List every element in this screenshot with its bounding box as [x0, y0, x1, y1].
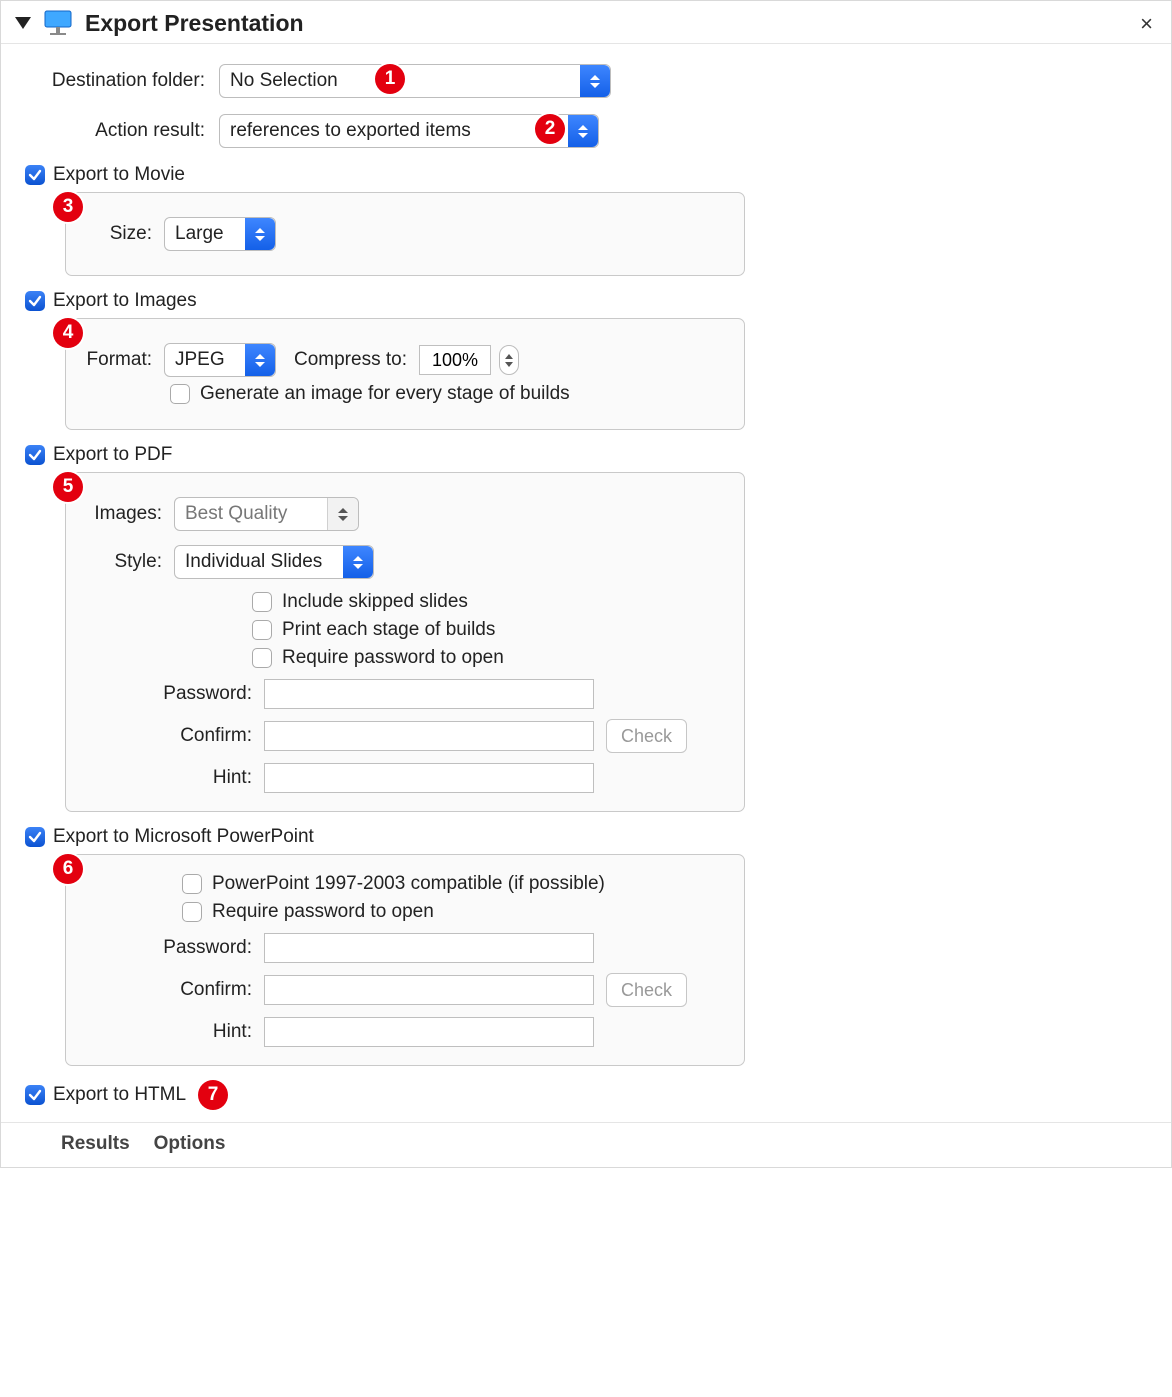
ppt-check-button[interactable]: Check	[606, 973, 687, 1007]
ppt-confirm-label: Confirm:	[82, 979, 252, 1001]
export-images-checkbox[interactable]	[25, 291, 45, 311]
movie-group: Size: Large	[65, 192, 745, 276]
action-result-label: Action result:	[25, 120, 205, 142]
callout-badge-5: 5	[53, 472, 83, 502]
pdf-skipped-label: Include skipped slides	[282, 591, 468, 613]
ppt-group: PowerPoint 1997-2003 compatible (if poss…	[65, 854, 745, 1066]
footer-tabs: Results Options	[1, 1122, 1171, 1157]
pdf-style-select[interactable]: Individual Slides	[174, 545, 374, 579]
destination-folder-label: Destination folder:	[25, 70, 205, 92]
generate-builds-label: Generate an image for every stage of bui…	[200, 383, 570, 405]
callout-badge-1: 1	[375, 64, 405, 94]
callout-badge-4: 4	[53, 318, 83, 348]
movie-size-select[interactable]: Large	[164, 217, 276, 251]
ppt-reqpw-checkbox[interactable]	[182, 902, 202, 922]
pdf-check-button[interactable]: Check	[606, 719, 687, 753]
window-title: Export Presentation	[85, 10, 304, 37]
keynote-app-icon	[41, 9, 75, 37]
pdf-confirm-label: Confirm:	[82, 725, 252, 747]
pdf-images-label: Images:	[82, 503, 162, 525]
export-movie-label: Export to Movie	[53, 164, 185, 186]
pdf-style-label: Style:	[82, 551, 162, 573]
callout-badge-2: 2	[535, 114, 565, 144]
compress-input[interactable]	[419, 345, 491, 375]
ppt-confirm-input[interactable]	[264, 975, 594, 1005]
pdf-password-input[interactable]	[264, 679, 594, 709]
export-pdf-checkbox[interactable]	[25, 445, 45, 465]
images-format-label: Format:	[82, 349, 152, 371]
pdf-group: Images: Best Quality Style: Individual S…	[65, 472, 745, 812]
pdf-password-label: Password:	[82, 683, 252, 705]
chevron-updown-icon	[251, 224, 269, 244]
pdf-skipped-checkbox[interactable]	[252, 592, 272, 612]
export-html-checkbox[interactable]	[25, 1085, 45, 1105]
pdf-style-value: Individual Slides	[185, 551, 322, 573]
export-ppt-label: Export to Microsoft PowerPoint	[53, 826, 314, 848]
export-presentation-window: Export Presentation × Destination folder…	[0, 0, 1172, 1168]
pdf-stage-label: Print each stage of builds	[282, 619, 495, 641]
generate-builds-checkbox[interactable]	[170, 384, 190, 404]
export-movie-checkbox[interactable]	[25, 165, 45, 185]
disclosure-triangle-icon[interactable]	[15, 17, 31, 29]
destination-folder-select[interactable]: No Selection	[219, 64, 611, 98]
pdf-confirm-input[interactable]	[264, 721, 594, 751]
ppt-hint-input[interactable]	[264, 1017, 594, 1047]
chevron-updown-icon	[251, 350, 269, 370]
images-group: Format: JPEG Compress to: Generate an im…	[65, 318, 745, 430]
pdf-hint-label: Hint:	[82, 767, 252, 789]
compress-label: Compress to:	[294, 349, 407, 371]
export-ppt-checkbox[interactable]	[25, 827, 45, 847]
callout-badge-6: 6	[53, 854, 83, 884]
ppt-password-input[interactable]	[264, 933, 594, 963]
compress-stepper[interactable]	[499, 345, 519, 375]
ppt-reqpw-label: Require password to open	[212, 901, 434, 923]
pdf-hint-input[interactable]	[264, 763, 594, 793]
titlebar: Export Presentation	[1, 1, 1171, 44]
action-result-value: references to exported items	[230, 120, 471, 142]
pdf-reqpw-checkbox[interactable]	[252, 648, 272, 668]
ppt-compat-checkbox[interactable]	[182, 874, 202, 894]
destination-folder-value: No Selection	[230, 70, 338, 92]
pdf-images-select[interactable]: Best Quality	[174, 497, 359, 531]
callout-badge-7: 7	[198, 1080, 228, 1110]
images-format-value: JPEG	[175, 349, 225, 371]
ppt-compat-label: PowerPoint 1997-2003 compatible (if poss…	[212, 873, 605, 895]
pdf-stage-checkbox[interactable]	[252, 620, 272, 640]
movie-size-label: Size:	[82, 223, 152, 245]
chevron-updown-icon	[574, 121, 592, 141]
results-tab[interactable]: Results	[61, 1133, 130, 1155]
chevron-updown-icon	[586, 71, 604, 91]
images-format-select[interactable]: JPEG	[164, 343, 276, 377]
pdf-images-value: Best Quality	[185, 503, 287, 525]
pdf-reqpw-label: Require password to open	[282, 647, 504, 669]
export-html-label: Export to HTML	[53, 1084, 186, 1106]
export-images-label: Export to Images	[53, 290, 197, 312]
callout-badge-3: 3	[53, 192, 83, 222]
options-tab[interactable]: Options	[154, 1133, 226, 1155]
export-pdf-label: Export to PDF	[53, 444, 172, 466]
ppt-password-label: Password:	[82, 937, 252, 959]
close-icon[interactable]: ×	[1140, 11, 1153, 37]
chevron-updown-icon	[334, 504, 352, 524]
chevron-updown-icon	[349, 552, 367, 572]
movie-size-value: Large	[175, 223, 224, 245]
ppt-hint-label: Hint:	[82, 1021, 252, 1043]
